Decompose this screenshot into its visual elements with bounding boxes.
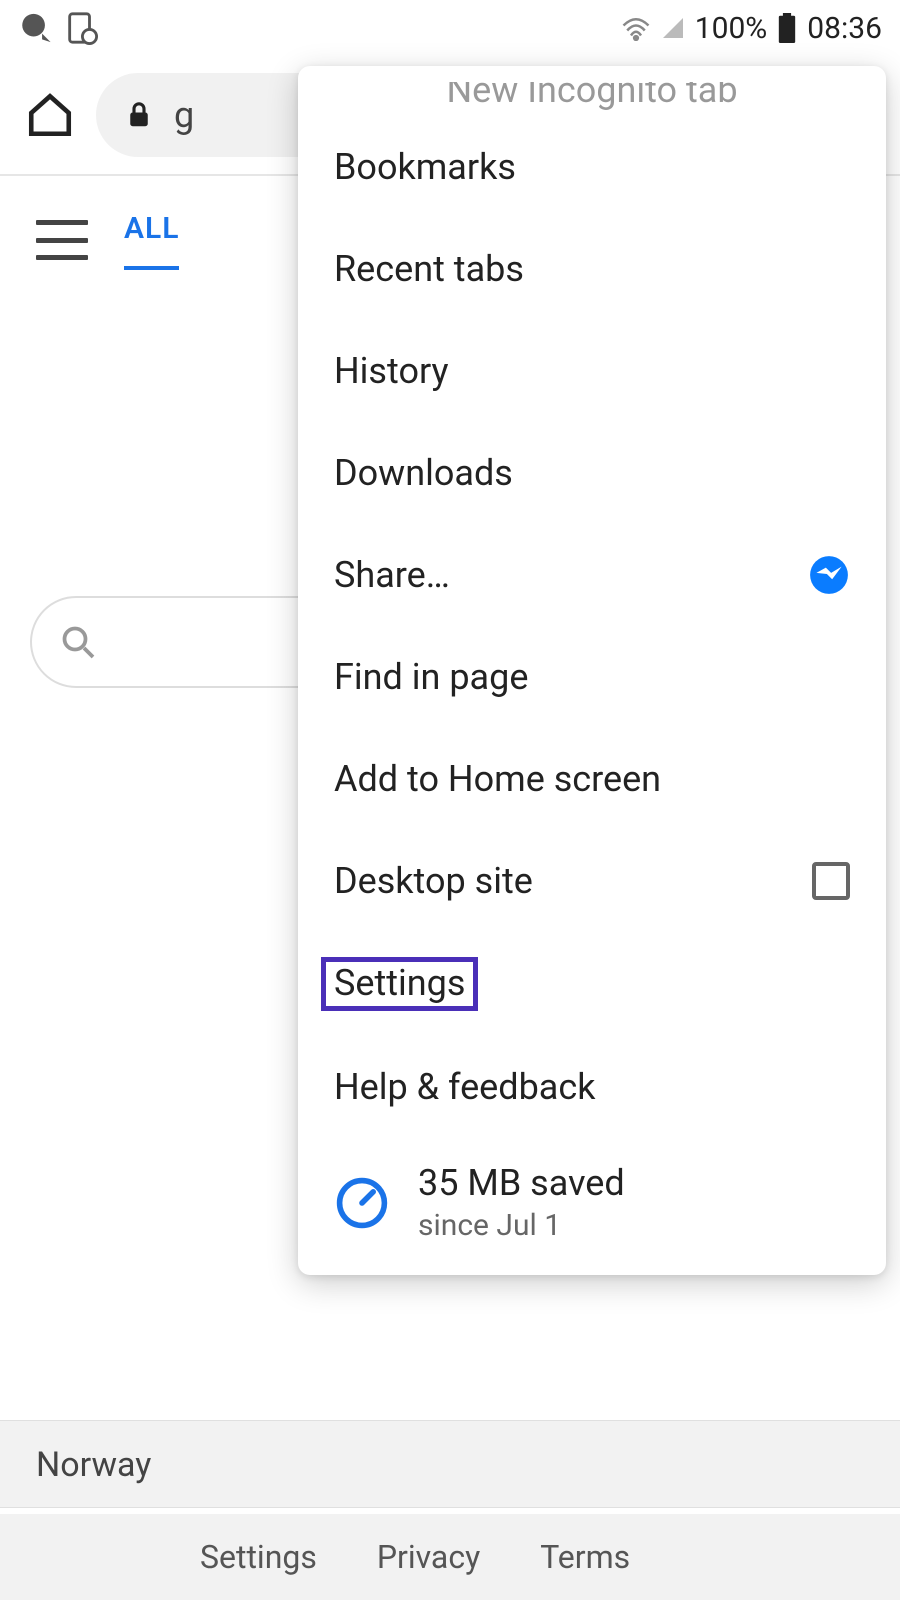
- menu-item-bookmarks[interactable]: Bookmarks: [298, 116, 886, 218]
- menu-item-desktop-site[interactable]: Desktop site: [298, 830, 886, 932]
- menu-label: Add to Home screen: [334, 758, 661, 800]
- hamburger-button[interactable]: [36, 220, 88, 260]
- desktop-site-checkbox[interactable]: [812, 862, 850, 900]
- menu-label: Recent tabs: [334, 248, 524, 290]
- footer-terms[interactable]: Terms: [540, 1538, 630, 1576]
- menu-label: Share…: [334, 554, 450, 596]
- menu-item-add-to-home[interactable]: Add to Home screen: [298, 728, 886, 830]
- overflow-menu: New Incognito tab Bookmarks Recent tabs …: [298, 66, 886, 1275]
- data-saved-amount: 35 MB saved: [418, 1162, 625, 1204]
- search-icon: [60, 624, 96, 660]
- menu-label-highlighted: Settings: [321, 957, 478, 1011]
- status-right: 100% 08:36: [621, 11, 882, 46]
- tab-all[interactable]: ALL: [124, 211, 179, 270]
- status-left: [18, 11, 98, 45]
- wifi-icon: [621, 15, 651, 41]
- sync-icon: [64, 11, 98, 45]
- menu-item-settings[interactable]: Settings: [298, 932, 886, 1036]
- menu-item-find-in-page[interactable]: Find in page: [298, 626, 886, 728]
- menu-label: Desktop site: [334, 860, 533, 902]
- data-saved-since: since Jul 1: [418, 1208, 625, 1243]
- menu-label: Find in page: [334, 656, 528, 698]
- footer-settings[interactable]: Settings: [200, 1538, 317, 1576]
- menu-item-new-incognito-cut[interactable]: New Incognito tab: [298, 82, 886, 116]
- messenger-notification-icon: [18, 11, 52, 45]
- status-bar: 100% 08:36: [0, 0, 900, 56]
- menu-item-help-feedback[interactable]: Help & feedback: [298, 1036, 886, 1138]
- gauge-icon: [334, 1175, 390, 1231]
- menu-item-recent-tabs[interactable]: Recent tabs: [298, 218, 886, 320]
- menu-label: History: [334, 350, 449, 392]
- menu-item-downloads[interactable]: Downloads: [298, 422, 886, 524]
- menu-label: Bookmarks: [334, 146, 516, 188]
- url-text: g: [174, 94, 194, 136]
- home-button[interactable]: [24, 89, 76, 141]
- footer-privacy[interactable]: Privacy: [377, 1538, 480, 1576]
- lock-icon: [124, 100, 154, 130]
- menu-label: Help & feedback: [334, 1066, 595, 1108]
- messenger-icon: [808, 554, 850, 596]
- clock-time: 08:36: [807, 11, 882, 46]
- home-icon: [25, 90, 75, 140]
- location-country: Norway: [36, 1445, 151, 1485]
- menu-item-data-saver[interactable]: 35 MB saved since Jul 1: [298, 1138, 886, 1251]
- menu-label: Downloads: [334, 452, 513, 494]
- footer-links: Settings Privacy Terms: [0, 1514, 900, 1600]
- battery-icon: [777, 13, 797, 43]
- signal-icon: [661, 15, 685, 41]
- menu-item-share[interactable]: Share…: [298, 524, 886, 626]
- battery-percentage: 100%: [695, 11, 768, 46]
- menu-item-history[interactable]: History: [298, 320, 886, 422]
- location-bar: Norway: [0, 1420, 900, 1508]
